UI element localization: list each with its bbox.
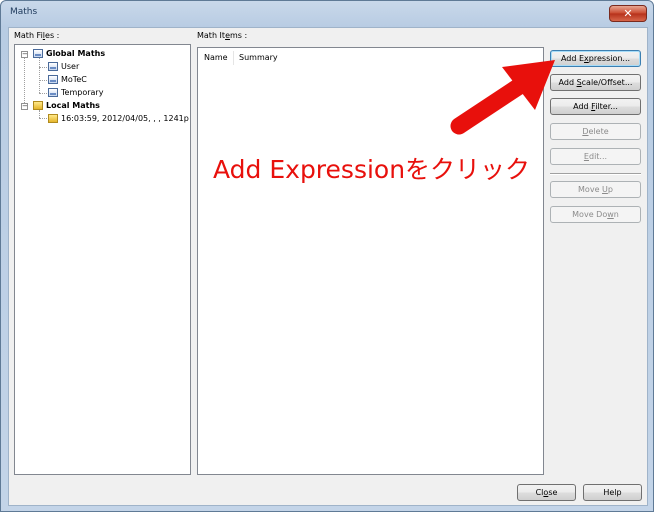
tree-item-local-session[interactable]: 16:03:59, 2012/04/05, , , 1241p xyxy=(48,114,189,123)
column-header-name[interactable]: Name xyxy=(204,53,228,62)
tree-item-global-maths[interactable]: Global Maths xyxy=(33,49,105,58)
math-items-label: Math Items : xyxy=(197,31,248,40)
add-expression-button[interactable]: Add Expression... xyxy=(550,50,641,67)
title-bar[interactable]: Maths ✕ xyxy=(1,1,653,27)
annotation-text: Add Expressionをクリック xyxy=(213,155,531,184)
tree-item-motec[interactable]: MoTeC xyxy=(48,75,87,84)
window-title: Maths xyxy=(10,7,38,17)
math-file-icon xyxy=(48,75,58,84)
close-window-button[interactable]: ✕ xyxy=(609,5,647,22)
add-filter-button[interactable]: Add Filter... xyxy=(550,98,641,115)
close-button[interactable]: Close xyxy=(517,484,576,501)
add-scale-offset-button[interactable]: Add Scale/Offset... xyxy=(550,74,641,91)
delete-button[interactable]: Delete xyxy=(550,123,641,140)
close-icon: ✕ xyxy=(623,7,633,20)
move-up-button[interactable]: Move Up xyxy=(550,181,641,198)
button-separator xyxy=(550,173,641,175)
math-file-icon xyxy=(48,62,58,71)
math-files-tree[interactable]: − Global Maths User MoTeC Temporary − Lo… xyxy=(14,44,191,475)
column-header-summary[interactable]: Summary xyxy=(239,53,278,62)
math-file-icon xyxy=(48,88,58,97)
tree-item-local-maths[interactable]: Local Maths xyxy=(33,101,100,110)
move-down-button[interactable]: Move Down xyxy=(550,206,641,223)
red-arrow-icon xyxy=(450,60,555,135)
math-file-icon xyxy=(33,49,43,58)
tree-item-user[interactable]: User xyxy=(48,62,79,71)
help-button[interactable]: Help xyxy=(583,484,642,501)
edit-button[interactable]: Edit... xyxy=(550,148,641,165)
math-files-label: Math Files : xyxy=(14,31,60,40)
collapse-local-toggle[interactable]: − xyxy=(21,103,28,110)
folder-icon xyxy=(33,101,43,110)
collapse-global-toggle[interactable]: − xyxy=(21,51,28,58)
folder-icon xyxy=(48,114,58,123)
tree-item-temporary[interactable]: Temporary xyxy=(48,88,103,97)
